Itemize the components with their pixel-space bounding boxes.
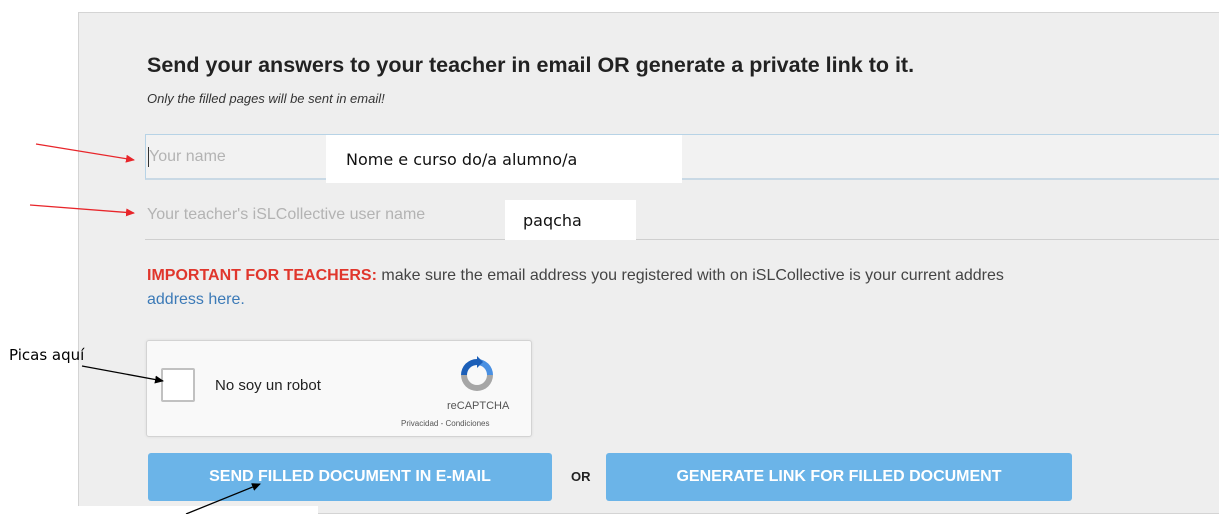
name-input[interactable]: Your name (145, 134, 1219, 180)
name-value-overlay: Nome e curso do/a alumno/a (326, 135, 682, 183)
address-link[interactable]: address here. (147, 291, 245, 308)
bottom-white-strip (78, 506, 318, 514)
teacher-value-overlay: paqcha (505, 200, 636, 240)
email-note: Only the filled pages will be sent in em… (147, 91, 385, 106)
important-label: IMPORTANT FOR TEACHERS: (147, 267, 377, 284)
important-notice: IMPORTANT FOR TEACHERS: make sure the em… (147, 264, 1004, 312)
recaptcha-checkbox[interactable] (161, 368, 195, 402)
or-separator: OR (571, 469, 591, 484)
form-panel (78, 12, 1219, 514)
important-text: make sure the email address you register… (376, 267, 1004, 284)
recaptcha-brand: reCAPTCHA (447, 400, 510, 412)
recaptcha-label: No soy un robot (215, 377, 321, 394)
teacher-placeholder: Your teacher's iSLCollective user name (147, 206, 426, 223)
recaptcha-logo-icon (461, 356, 493, 391)
name-placeholder: Your name (149, 148, 226, 165)
teacher-username-input[interactable]: Your teacher's iSLCollective user name (145, 196, 1219, 240)
recaptcha-terms-link[interactable]: Privacidad - Condiciones (401, 419, 490, 428)
recaptcha-widget: No soy un robot reCAPTCHA Privacidad - C… (146, 340, 532, 437)
generate-link-button[interactable]: GENERATE LINK FOR FILLED DOCUMENT (606, 453, 1072, 501)
form-heading: Send your answers to your teacher in ema… (147, 53, 915, 77)
send-email-button[interactable]: SEND FILLED DOCUMENT IN E-MAIL (148, 453, 552, 501)
picas-annotation: Picas aquí (9, 346, 85, 364)
